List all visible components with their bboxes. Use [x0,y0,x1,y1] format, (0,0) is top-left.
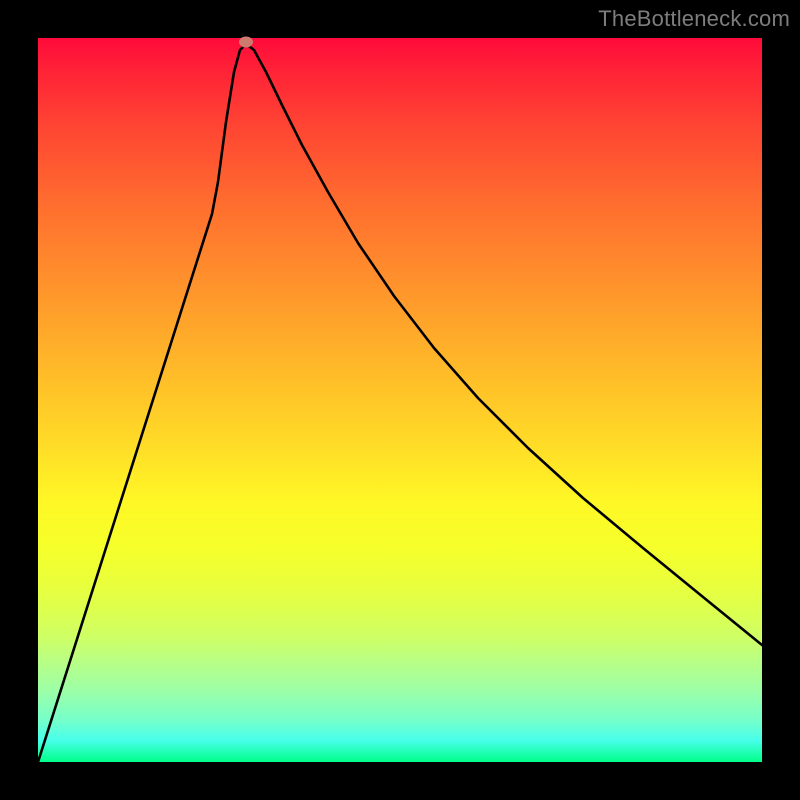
chart-frame: TheBottleneck.com [0,0,800,800]
plot-area [38,38,762,762]
minimum-marker [239,37,253,48]
bottleneck-curve [38,38,762,762]
watermark-text: TheBottleneck.com [598,6,790,32]
